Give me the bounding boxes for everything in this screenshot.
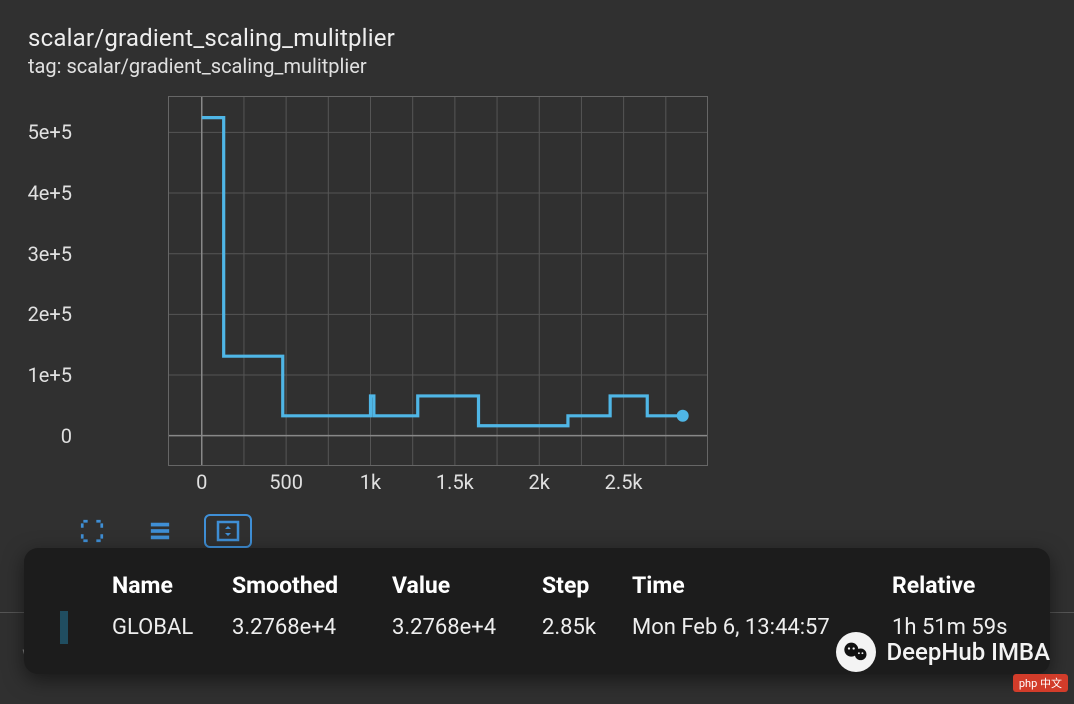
y-tick-label: 2e+5 [0, 302, 72, 326]
list-icon[interactable] [140, 518, 180, 544]
cell-name: GLOBAL [112, 615, 232, 640]
y-tick-label: 5e+5 [0, 120, 72, 144]
col-name: Name [112, 572, 232, 599]
x-tick-label: 2.5k [605, 470, 643, 494]
cell-value: 3.2768e+4 [392, 615, 542, 640]
tooltip-header-row: Name Smoothed Value Step Time Relative [60, 572, 1014, 599]
y-tick-label: 4e+5 [0, 181, 72, 205]
cell-smoothed: 3.2768e+4 [232, 615, 392, 640]
chart-title: scalar/gradient_scaling_mulitplier [28, 24, 1046, 52]
chart-toolbar [72, 518, 1046, 544]
x-axis-ticks: 0 500 1k 1.5k 2k 2.5k [88, 470, 728, 500]
x-tick-label: 0 [196, 470, 207, 494]
fit-icon[interactable] [208, 518, 248, 544]
fullscreen-icon[interactable] [72, 518, 112, 544]
chart-area[interactable]: 01e+52e+53e+54e+55e+5 05001k1.5k2k2.5k [88, 96, 728, 496]
col-time: Time [632, 572, 892, 599]
y-tick-label: 1e+5 [0, 363, 72, 387]
x-tick-label: 1.5k [436, 470, 474, 494]
chart-panel: scalar/gradient_scaling_mulitplier tag: … [0, 0, 1074, 544]
col-relative: Relative [892, 572, 1032, 599]
x-tick-label: 500 [269, 470, 303, 494]
col-value: Value [392, 572, 542, 599]
col-smoothed: Smoothed [232, 572, 392, 599]
watermark-text: DeepHub IMBA [886, 638, 1050, 666]
x-tick-label: 1k [360, 470, 381, 494]
y-axis-ticks: 01e+52e+53e+54e+55e+5 [74, 96, 144, 466]
y-tick-label: 3e+5 [0, 242, 72, 266]
y-tick-label: 0 [0, 424, 72, 448]
chart-tag: tag: scalar/gradient_scaling_mulitplier [28, 54, 1046, 78]
wechat-icon [836, 632, 876, 672]
watermark: DeepHub IMBA [836, 632, 1050, 672]
plot-surface[interactable] [168, 96, 708, 466]
corner-badge: php 中文 [1013, 674, 1068, 692]
cell-step: 2.85k [542, 615, 632, 640]
x-tick-label: 2k [529, 470, 550, 494]
col-step: Step [542, 572, 632, 599]
